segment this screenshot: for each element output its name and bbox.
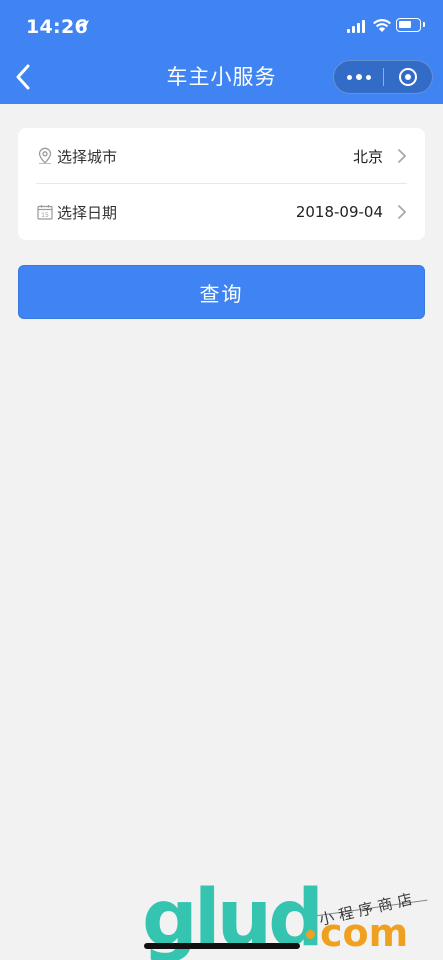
chevron-right-icon [398, 149, 406, 163]
calendar-icon: 15 [37, 205, 53, 220]
app-screen: 14:26 车主小服务 选择城市 北京 15 选择日期 2018-09-04 查… [0, 0, 443, 960]
date-value: 2018-09-04 [295, 203, 383, 221]
watermark-domain: com [320, 911, 409, 955]
city-label: 选择城市 [57, 147, 118, 166]
mini-program-capsule [333, 60, 433, 94]
calendar-day-text: 15 [41, 212, 49, 219]
city-value: 北京 [352, 147, 383, 166]
battery-icon [396, 18, 425, 32]
wifi-icon [373, 19, 391, 32]
location-pin-icon [38, 147, 52, 164]
more-dots-icon [346, 74, 371, 80]
chevron-right-icon [398, 205, 406, 219]
watermark-dot [306, 930, 315, 939]
header: 14:26 车主小服务 [0, 0, 443, 104]
query-button[interactable]: 查询 [18, 265, 425, 319]
close-button[interactable] [384, 61, 432, 93]
select-city-row[interactable]: 选择城市 北京 [18, 128, 425, 184]
select-date-row[interactable]: 15 选择日期 2018-09-04 [18, 184, 425, 240]
home-indicator [144, 943, 300, 949]
signal-icon [347, 20, 365, 33]
location-arrow-icon [79, 20, 89, 30]
target-close-icon [398, 68, 417, 86]
more-button[interactable] [334, 61, 383, 93]
date-label: 选择日期 [57, 203, 118, 222]
query-form-card: 选择城市 北京 15 选择日期 2018-09-04 [18, 128, 425, 240]
